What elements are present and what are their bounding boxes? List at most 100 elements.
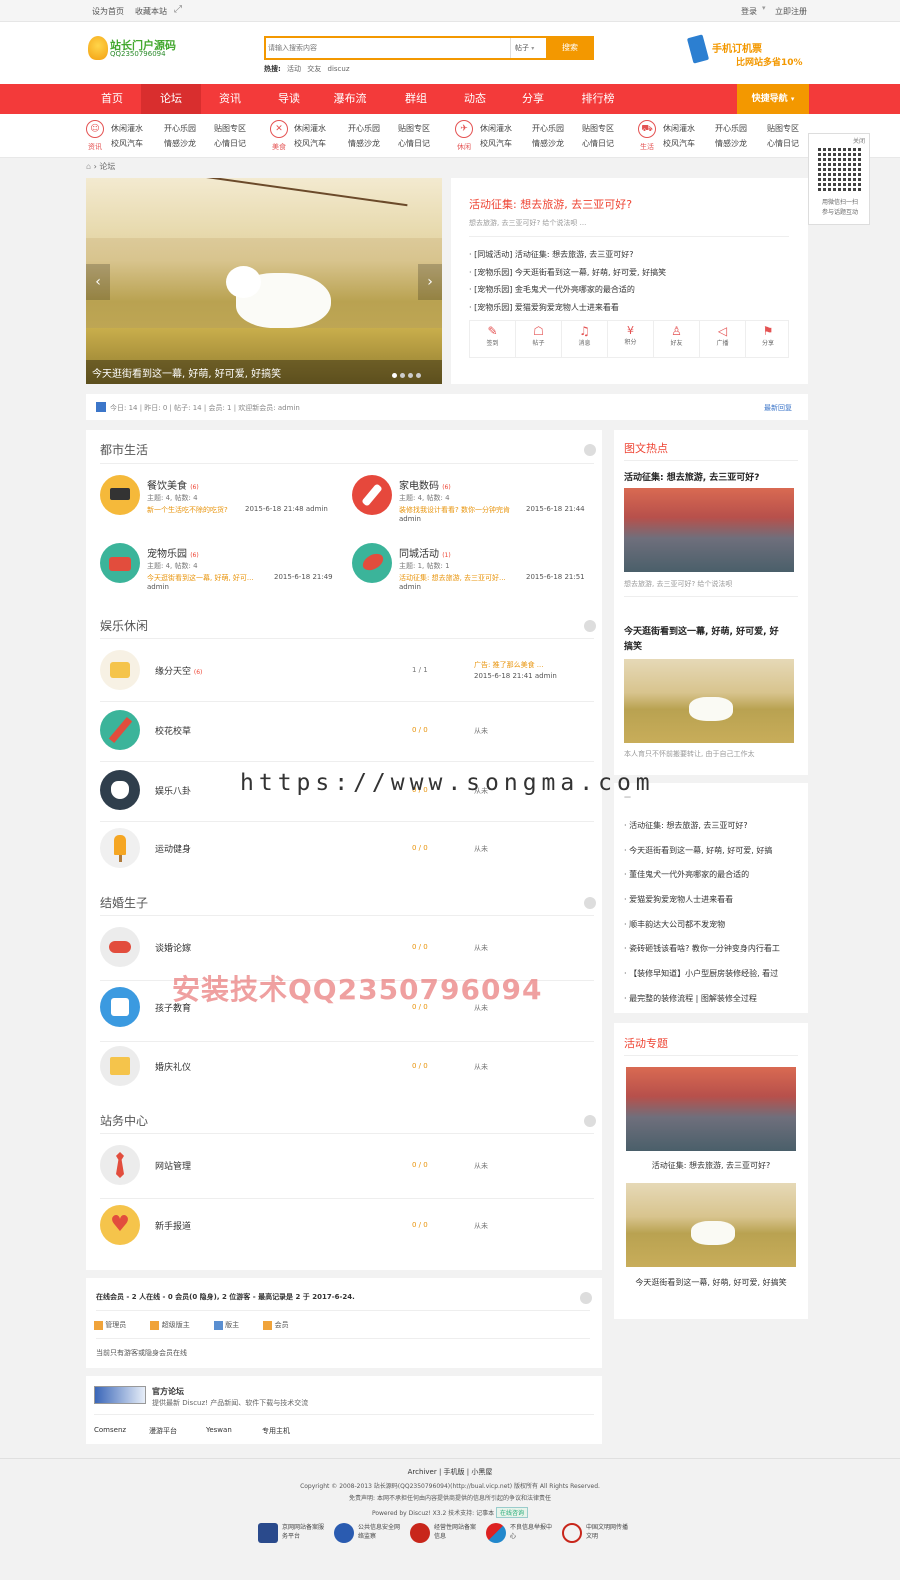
logo-icon[interactable]	[88, 36, 108, 60]
section-title[interactable]: 结婚生子	[100, 894, 148, 911]
image-slider[interactable]: ‹ › 今天逛街看到这一幕, 好萌, 好可爱, 好搞笑	[86, 178, 442, 384]
badge-text[interactable]: 中国文明网传播文明	[586, 1523, 630, 1541]
subnav-link[interactable]: 贴图专区	[767, 123, 799, 134]
subnav-link[interactable]: 心情日记	[214, 138, 246, 149]
autumn-park-image[interactable]	[624, 488, 794, 572]
forum-name[interactable]: 校花校草	[155, 724, 191, 737]
subnav-link[interactable]: 开心乐园	[164, 123, 196, 134]
footer-link[interactable]: 小黑屋	[471, 1468, 492, 1476]
hot-item[interactable]: discuz	[328, 65, 350, 73]
forum-last-post[interactable]: 新一个生活吃不除的吃货?	[147, 505, 228, 515]
slider-dots[interactable]	[392, 371, 432, 378]
section-title[interactable]: 都市生活	[100, 441, 148, 458]
forum-row[interactable]: 运动健身 0 / 0 从未	[100, 828, 594, 872]
checkin-button[interactable]: ✎ 签到	[470, 321, 516, 357]
nav-item-guide[interactable]: 导读	[259, 84, 319, 114]
subnav-link[interactable]: 情感沙龙	[164, 138, 196, 149]
latest-replies-link[interactable]: 最新回复	[764, 403, 792, 413]
puppy-image[interactable]	[624, 659, 794, 743]
slider-caption[interactable]: 今天逛街看到这一幕, 好萌, 好可爱, 好搞笑	[92, 365, 281, 380]
subnav-link[interactable]: 休闲灌水	[294, 123, 326, 134]
forum-name[interactable]: 网站管理	[155, 1159, 191, 1172]
list-item[interactable]: · 今天逛街看到这一幕, 好萌, 好可爱, 好搞	[624, 845, 794, 856]
quick-nav-button[interactable]: 快捷导航 ▾	[737, 84, 809, 114]
search-button[interactable]: 搜索	[546, 36, 594, 60]
expand-icon[interactable]: ⤢	[174, 4, 182, 15]
friends-button[interactable]: ♙ 好友	[654, 321, 700, 357]
footer-link[interactable]: 手机版	[444, 1468, 465, 1476]
forum-name[interactable]: 缘分天空 (6)	[155, 664, 202, 677]
section-title[interactable]: 站务中心	[100, 1112, 148, 1129]
list-item[interactable]: · [宠物乐园] 爱猫爱狗爱宠物人士进来看看	[469, 299, 666, 317]
forum-name[interactable]: 同城活动 (1)	[399, 545, 451, 560]
subnav-link[interactable]: 贴图专区	[398, 123, 430, 134]
nav-item-share[interactable]: 分享	[503, 84, 563, 114]
forum-last-post[interactable]: 活动征集: 想去旅游, 去三亚可好...	[399, 573, 506, 583]
discuz-logo-icon[interactable]	[94, 1386, 146, 1404]
subnav-link[interactable]: 情感沙龙	[715, 138, 747, 149]
subnav-link[interactable]: 情感沙龙	[532, 138, 564, 149]
subnav-link[interactable]: 情感沙龙	[348, 138, 380, 149]
forum-row[interactable]: 缘分天空 (6) 1 / 1 广告: 推了那么美食 ... 2015-6-18 …	[100, 650, 594, 694]
hot-item[interactable]: 交友	[307, 65, 321, 73]
nav-item-waterfall[interactable]: 瀑布流	[320, 84, 380, 114]
share-button[interactable]: ⚑ 分享	[746, 321, 790, 357]
subnav-link[interactable]: 开心乐园	[715, 123, 747, 134]
nav-item-forum[interactable]: 论坛	[141, 84, 201, 114]
autumn-park-image[interactable]	[626, 1067, 796, 1151]
list-item[interactable]: · [宠物乐园] 金毛鬼犬一代外亮哪家的最合适的	[469, 281, 666, 299]
online-consult-button[interactable]: 在线咨询	[496, 1507, 529, 1518]
forum-name[interactable]: 宠物乐园 (6)	[147, 545, 199, 560]
badge-text[interactable]: 公共信息安全网络监察	[358, 1523, 402, 1541]
list-item[interactable]: · 活动征集: 想去旅游, 去三亚可好?	[624, 820, 794, 831]
posts-button[interactable]: ☖ 帖子	[516, 321, 562, 357]
subnav-link[interactable]: 休闲灌水	[663, 123, 695, 134]
subnav-link[interactable]: 开心乐园	[532, 123, 564, 134]
puppy-image[interactable]	[626, 1183, 796, 1267]
slider-prev-icon[interactable]: ‹	[86, 264, 110, 300]
forum-last-user[interactable]: admin	[399, 515, 421, 523]
forum-name[interactable]: 运动健身	[155, 842, 191, 855]
subnav-link[interactable]: 校风汽车	[480, 138, 512, 149]
forum-row[interactable]: 婚庆礼仪 0 / 0 从未	[100, 1046, 594, 1090]
collapse-icon[interactable]	[584, 897, 596, 909]
list-item[interactable]: · [宠物乐园] 今天逛街看到这一幕, 好萌, 好可爱, 好搞笑	[469, 264, 666, 282]
section-title[interactable]: 娱乐休闲	[100, 617, 148, 634]
badge-text[interactable]: 经营性网站备案信息	[434, 1523, 478, 1541]
subnav-link[interactable]: 心情日记	[398, 138, 430, 149]
links-title[interactable]: 官方论坛	[152, 1386, 184, 1397]
hot-item[interactable]: 活动	[287, 65, 301, 73]
subnav-link[interactable]: 校风汽车	[111, 138, 143, 149]
forum-row[interactable]: 网站管理 0 / 0 从未	[100, 1145, 594, 1189]
breadcrumb-current[interactable]: 论坛	[99, 162, 115, 171]
forum-last-post[interactable]: 今天逛街看到这一幕, 好萌, 好可...	[147, 573, 254, 583]
forum-name[interactable]: 新手报道	[155, 1219, 191, 1232]
nav-item-groups[interactable]: 群组	[386, 84, 446, 114]
subnav-link[interactable]: 休闲灌水	[480, 123, 512, 134]
topic-caption[interactable]: 今天逛街看到这一幕, 好萌, 好可爱, 好搞笑	[624, 1275, 798, 1291]
badge-text[interactable]: 不良信息举报中心	[510, 1523, 554, 1541]
forum-name[interactable]: 谈婚论嫁	[155, 941, 191, 954]
subnav-link[interactable]: 休闲灌水	[111, 123, 143, 134]
search-input[interactable]	[268, 40, 506, 56]
slider-next-icon[interactable]: ›	[418, 264, 442, 300]
collapse-icon[interactable]	[584, 444, 596, 456]
friend-link[interactable]: Yeswan	[206, 1426, 232, 1434]
collapse-icon[interactable]	[584, 620, 596, 632]
ad-title[interactable]: 手机订机票	[712, 40, 762, 55]
list-item[interactable]: · 瓷砖砸钱该看啥? 教你一分钟变身内行看工	[624, 943, 794, 954]
topic-caption[interactable]: 活动征集: 想去旅游, 去三亚可好?	[614, 1160, 808, 1171]
forum-row[interactable]: 校花校草 0 / 0 从未	[100, 710, 594, 754]
badge-text[interactable]: 京网网站备案服务平台	[282, 1523, 326, 1541]
forum-last-post[interactable]: 装修找我设计看看? 数你一分钟完肯	[399, 505, 510, 515]
nav-item-feed[interactable]: 动态	[445, 84, 505, 114]
forum-name[interactable]: 餐饮美食 (6)	[147, 477, 199, 492]
friend-link[interactable]: 漫游平台	[149, 1426, 177, 1436]
forum-name[interactable]: 家电数码 (6)	[399, 477, 451, 492]
subnav-link[interactable]: 开心乐园	[348, 123, 380, 134]
forum-row[interactable]: 谈婚论嫁 0 / 0 从未	[100, 927, 594, 971]
qr-close-button[interactable]: 关闭	[853, 136, 865, 145]
list-item[interactable]: · 顺丰韵达大公司都不发宠物	[624, 919, 794, 930]
search-type-select[interactable]: 帖子 ▾	[510, 38, 546, 58]
friend-link[interactable]: 专用主机	[262, 1426, 290, 1436]
